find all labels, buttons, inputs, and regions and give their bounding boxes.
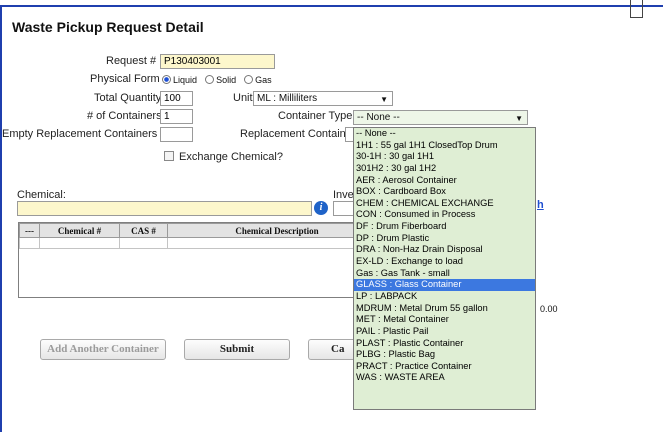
unit-label: Unit (233, 92, 253, 104)
container-type-select-value: -- None -- (357, 112, 400, 123)
window-left-border (0, 5, 2, 432)
dropdown-option[interactable]: CHEM : CHEMICAL EXCHANGE (354, 198, 535, 210)
replacement-containers-label: Replacement Containers (240, 128, 362, 140)
grid-column-header[interactable]: --- (19, 223, 40, 238)
radio-liquid[interactable] (162, 75, 171, 84)
exchange-chemical-label: Exchange Chemical? (179, 151, 283, 163)
container-type-dropdown[interactable]: -- None -- 1H1 : 55 gal 1H1 ClosedTop Dru… (353, 127, 536, 410)
info-icon[interactable]: i (314, 201, 328, 215)
dropdown-option[interactable]: WAS : WASTE AREA (354, 372, 535, 384)
physical-form-radio-group: Liquid Solid Gas (162, 74, 277, 86)
chevron-down-icon: ▼ (380, 95, 388, 104)
containers-label: # of Containers (87, 110, 162, 122)
container-type-label: Container Type (278, 110, 353, 122)
dropdown-option[interactable]: DP : Drum Plastic (354, 233, 535, 245)
physical-form-label: Physical Form (90, 73, 160, 85)
chemical-input[interactable] (17, 201, 312, 216)
dropdown-option[interactable]: 1H1 : 55 gal 1H1 ClosedTop Drum (354, 140, 535, 152)
unit-select[interactable]: ML : Milliliters ▼ (253, 91, 393, 106)
dropdown-option[interactable]: DRA : Non-Haz Drain Disposal (354, 244, 535, 256)
exchange-chemical-checkbox[interactable] (164, 151, 174, 161)
radio-solid-label: Solid (216, 75, 237, 85)
dropdown-option[interactable]: AER : Aerosol Container (354, 175, 535, 187)
radio-gas[interactable] (244, 75, 254, 84)
exchange-chemical-row: Exchange Chemical? (164, 151, 283, 163)
total-quantity-input[interactable]: 100 (160, 91, 193, 106)
dropdown-option[interactable]: Gas : Gas Tank - small (354, 268, 535, 280)
window-edge-line (630, 0, 631, 18)
inventory-label: Inve (333, 189, 354, 201)
container-type-select[interactable]: -- None -- ▼ (353, 110, 528, 125)
chevron-down-icon: ▼ (515, 114, 523, 123)
inventory-input[interactable] (333, 201, 354, 216)
unit-select-value: ML : Milliliters (257, 93, 318, 104)
dropdown-option[interactable]: CON : Consumed in Process (354, 209, 535, 221)
dropdown-option[interactable]: MET : Metal Container (354, 314, 535, 326)
radio-liquid-label: Liquid (173, 75, 198, 85)
dropdown-option[interactable]: -- None -- (354, 128, 535, 140)
submit-button[interactable]: Submit (184, 339, 290, 360)
chemical-label: Chemical: (17, 189, 66, 201)
search-link[interactable]: h (537, 199, 544, 211)
dropdown-option[interactable]: 30-1H : 30 gal 1H1 (354, 151, 535, 163)
grid-header-row: --- Chemical # CAS # Chemical Descriptio… (19, 223, 387, 238)
dropdown-option[interactable]: MDRUM : Metal Drum 55 gallon (354, 303, 535, 315)
dropdown-option[interactable]: PLBG : Plastic Bag (354, 349, 535, 361)
radio-gas-label: Gas (255, 75, 272, 85)
dropdown-option[interactable]: 301H2 : 30 gal 1H2 (354, 163, 535, 175)
amount-text: 0.00 (540, 304, 558, 314)
dropdown-option[interactable]: GLASS : Glass Container (354, 279, 535, 291)
grid-column-header[interactable]: Chemical # (39, 223, 120, 238)
request-number-input[interactable]: P130403001 (160, 54, 275, 69)
cancel-button[interactable]: Ca (308, 339, 354, 360)
empty-replacement-label: Empty Replacement Containers (2, 128, 158, 140)
dropdown-option[interactable]: LP : LABPACK (354, 291, 535, 303)
window-edge-line (630, 17, 643, 18)
empty-replacement-input[interactable] (160, 127, 193, 142)
dropdown-option[interactable]: PLAST : Plastic Container (354, 338, 535, 350)
chemical-grid: --- Chemical # CAS # Chemical Descriptio… (18, 222, 388, 298)
containers-input[interactable]: 1 (160, 109, 193, 124)
dropdown-option[interactable]: DF : Drum Fiberboard (354, 221, 535, 233)
window-edge-line (642, 0, 643, 18)
add-container-button[interactable]: Add Another Container (40, 339, 166, 360)
grid-column-header[interactable]: CAS # (119, 223, 168, 238)
dropdown-option[interactable]: BOX : Cardboard Box (354, 186, 535, 198)
radio-solid[interactable] (205, 75, 215, 84)
table-row (19, 237, 387, 249)
request-number-label: Request # (106, 55, 157, 67)
total-quantity-label: Total Quantity (94, 92, 162, 104)
page-title: Waste Pickup Request Detail (12, 19, 204, 35)
dropdown-option[interactable]: PRACT : Practice Container (354, 361, 535, 373)
window-top-border (0, 5, 663, 7)
dropdown-option[interactable]: EX-LD : Exchange to load (354, 256, 535, 268)
dropdown-option[interactable]: PAIL : Plastic Pail (354, 326, 535, 338)
